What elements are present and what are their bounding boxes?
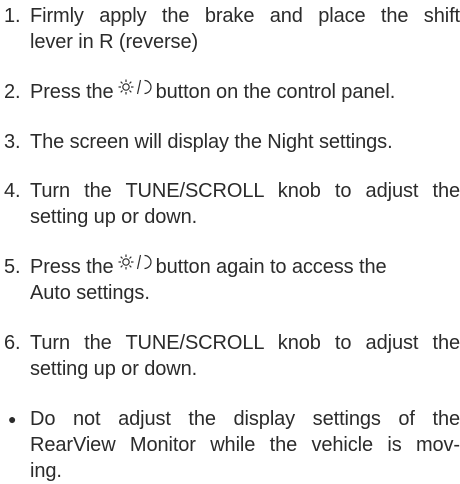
- step-line: Turn the TUNE/SCROLL knob to adjust the: [30, 180, 460, 202]
- instructions-document: 1. Firmly apply the brake and place the …: [0, 0, 460, 482]
- step-text-after-icon: button again to access the: [155, 256, 387, 278]
- step-text: Turn the TUNE/SCROLL knob to adjust the …: [30, 178, 460, 230]
- step-line: The screen will display the Night settin…: [30, 131, 393, 153]
- step-number: 2.: [4, 81, 21, 103]
- step-line: Press the button on the control panel.: [30, 79, 460, 105]
- step-number: 1.: [4, 5, 21, 27]
- step-text: Press the button again to access the Auto…: [30, 254, 460, 306]
- step-text-before-icon: Press the: [30, 256, 114, 278]
- note-text: Do not adjust the display settings of th…: [30, 406, 460, 484]
- step-line: Firmly apply the brake and place the shi…: [30, 5, 460, 27]
- step-line: setting up or down.: [30, 206, 198, 228]
- step-line: Press the button again to access the: [30, 254, 460, 280]
- step-text: Firmly apply the brake and place the shi…: [30, 3, 460, 55]
- step-line: lever in R (reverse): [30, 31, 199, 53]
- step-number: 5.: [4, 256, 21, 278]
- day-night-icon: [118, 253, 152, 275]
- bullet-icon: ●: [8, 411, 17, 427]
- step-text: Turn the TUNE/SCROLL knob to adjust the …: [30, 330, 460, 382]
- step-line: setting up or down.: [30, 358, 198, 380]
- note-line: Do not adjust the display settings of th…: [30, 408, 460, 430]
- note-line: ing.: [30, 460, 62, 482]
- step-number: 4.: [4, 180, 21, 202]
- step-text-after-icon: button on the control panel.: [155, 81, 396, 103]
- day-night-icon: [118, 78, 152, 100]
- step-number: 6.: [4, 332, 21, 354]
- step-text-before-icon: Press the: [30, 81, 114, 103]
- step-line: Turn the TUNE/SCROLL knob to adjust the: [30, 332, 460, 354]
- note-line: RearView Monitor while the vehicle is mo…: [30, 434, 460, 456]
- step-line: Auto settings.: [30, 282, 150, 304]
- step-text: Press the button on the control panel.: [30, 79, 460, 105]
- step-number: 3.: [4, 131, 21, 153]
- step-text: The screen will display the Night settin…: [30, 129, 460, 155]
